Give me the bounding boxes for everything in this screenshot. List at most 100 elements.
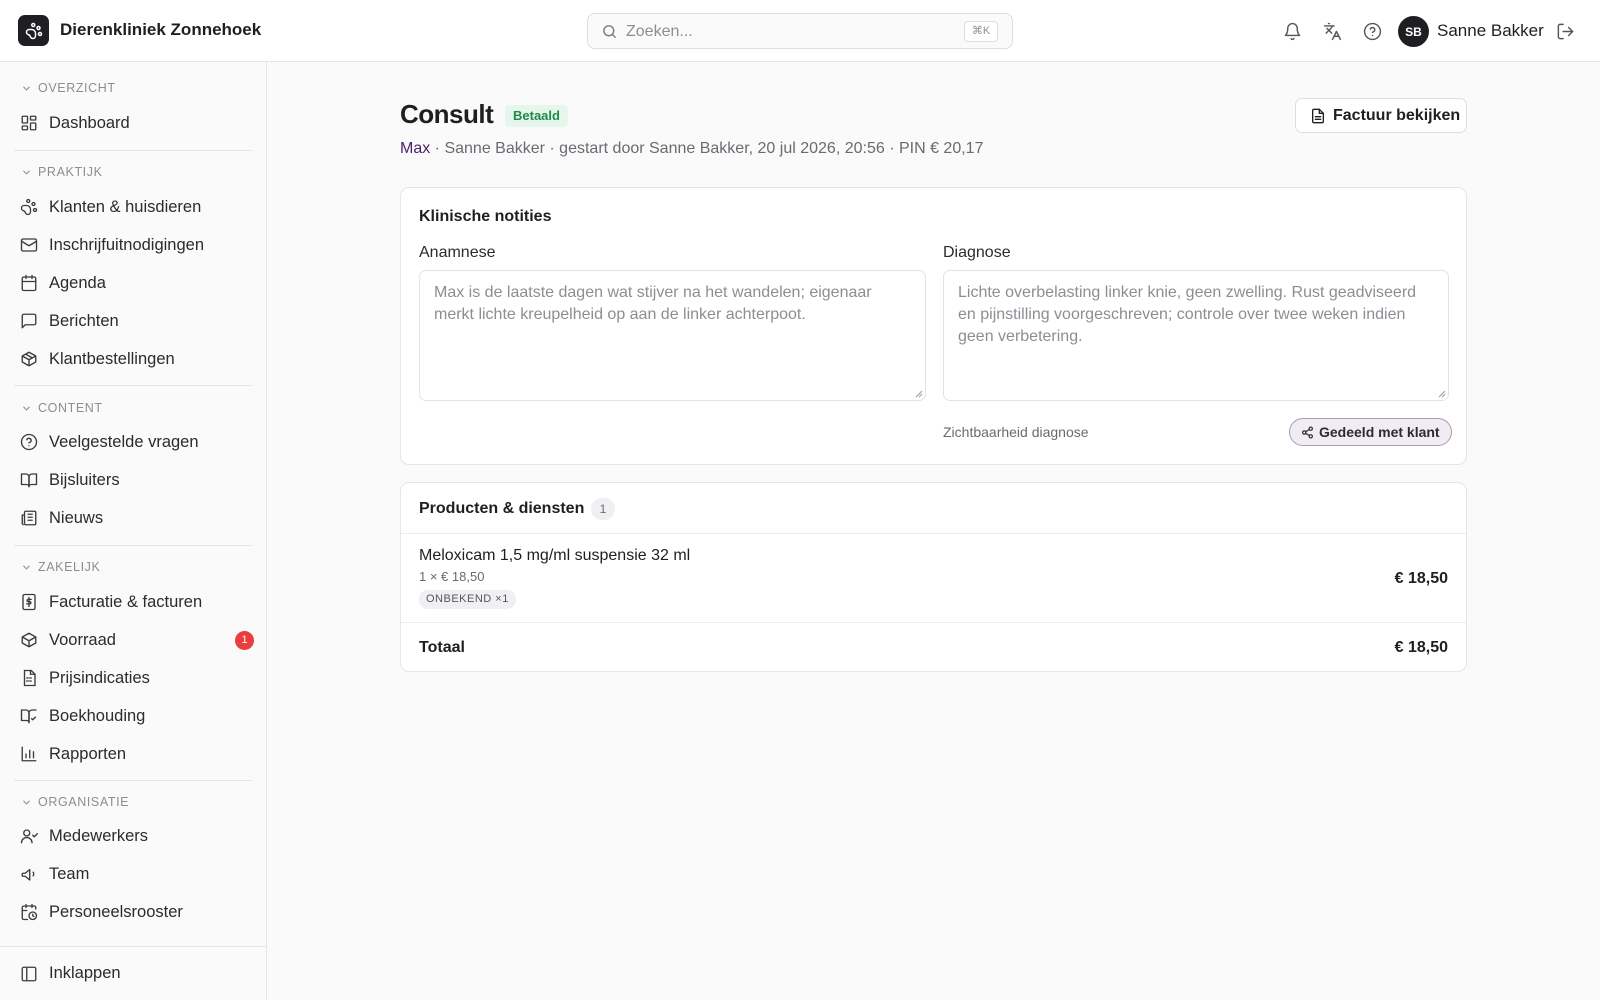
pet-link[interactable]: Max	[400, 140, 430, 157]
sidebar-item-personeelsrooster[interactable]: Personeelsrooster	[14, 895, 254, 929]
sidebar-item-label: Inschrijfuitnodigingen	[49, 236, 205, 254]
sidebar-item-voorraad[interactable]: Voorraad 1	[14, 623, 254, 657]
avatar[interactable]: SB	[1398, 16, 1429, 47]
user-name[interactable]: Sanne Bakker	[1437, 21, 1544, 41]
section-header-overzicht[interactable]: OVERZICHT	[21, 81, 116, 95]
newspaper-icon	[20, 509, 38, 527]
section-header-zakelijk[interactable]: ZAKELIJK	[21, 560, 100, 574]
shared-with-client-label: Gedeeld met klant	[1319, 424, 1440, 440]
diagnose-label: Diagnose	[943, 244, 1011, 261]
sidebar-item-inschrijfuitnodigingen[interactable]: Inschrijfuitnodigingen	[14, 228, 254, 262]
calendar-icon	[20, 274, 38, 292]
sidebar-item-medewerkers[interactable]: Medewerkers	[14, 819, 254, 853]
sidebar-item-prijsindicaties[interactable]: Prijsindicaties	[14, 661, 254, 695]
sidebar-toggle-icon	[20, 965, 38, 983]
sidebar-item-label: Berichten	[49, 312, 119, 330]
sidebar-item-team[interactable]: Team	[14, 857, 254, 891]
shared-with-client-toggle[interactable]: Gedeeld met klant	[1289, 418, 1452, 446]
clinical-notes-card: Klinische notities Anamnese Max is de la…	[400, 187, 1467, 465]
book-open-icon	[20, 471, 38, 489]
search-icon	[601, 23, 618, 40]
logout-icon[interactable]	[1555, 21, 1575, 41]
paw-icon	[20, 198, 38, 216]
section-header-praktijk[interactable]: PRAKTIJK	[21, 165, 103, 179]
chevron-down-icon	[23, 170, 30, 175]
divider	[14, 385, 252, 386]
search-bar[interactable]: Zoeken... ⌘K	[587, 13, 1013, 49]
divider	[401, 533, 1466, 534]
divider	[401, 622, 1466, 623]
sidebar-item-label: Veelgestelde vragen	[49, 433, 199, 451]
total-label: Totaal	[419, 639, 465, 656]
batch-tag: ONBEKEND ×1	[419, 590, 516, 609]
sidebar-item-klanten[interactable]: Klanten & huisdieren	[14, 190, 254, 224]
page-title: Consult	[400, 99, 494, 129]
sidebar-item-label: Bijsluiters	[49, 471, 120, 489]
sidebar-item-label: Personeelsrooster	[49, 903, 183, 921]
anamnese-textarea[interactable]: Max is de laatste dagen wat stijver na h…	[419, 270, 926, 401]
total-amount: € 18,50	[1394, 639, 1448, 656]
bell-icon[interactable]	[1282, 21, 1302, 41]
view-invoice-button[interactable]: Factuur bekijken	[1295, 98, 1467, 133]
top-bar: Dierenkliniek Zonnehoek Zoeken... ⌘K SB …	[0, 0, 1600, 62]
file-text-icon	[1310, 108, 1326, 124]
sidebar-item-nieuws[interactable]: Nieuws	[14, 501, 254, 535]
sidebar-item-berichten[interactable]: Berichten	[14, 304, 254, 338]
collapse-sidebar-button[interactable]: Inklappen	[0, 946, 266, 1000]
chevron-down-icon	[23, 406, 30, 411]
sidebar-item-label: Prijsindicaties	[49, 669, 150, 687]
divider	[14, 545, 252, 546]
sidebar-item-label: Boekhouding	[49, 707, 146, 725]
anamnese-label: Anamnese	[419, 244, 496, 261]
product-qty-price: 1 × € 18,50	[419, 569, 485, 584]
section-title: CONTENT	[38, 401, 103, 415]
notification-badge: 1	[235, 631, 254, 650]
sidebar-item-veelgestelde-vragen[interactable]: Veelgestelde vragen	[14, 425, 254, 459]
card-title: Klinische notities	[419, 208, 552, 225]
sidebar-item-klantbestellingen[interactable]: Klantbestellingen	[14, 342, 254, 376]
clinic-logo[interactable]	[18, 15, 49, 46]
resize-grip-icon[interactable]	[1437, 389, 1446, 398]
translate-icon[interactable]	[1322, 21, 1342, 41]
anamnese-text: Max is de laatste dagen wat stijver na h…	[434, 284, 872, 323]
sidebar-item-label: Medewerkers	[49, 827, 149, 845]
sidebar-item-label: Rapporten	[49, 745, 127, 763]
product-name: Meloxicam 1,5 mg/ml suspensie 32 ml	[419, 547, 691, 564]
paw-logo-icon	[25, 22, 42, 39]
help-icon[interactable]	[1362, 21, 1382, 41]
clinic-name: Dierenkliniek Zonnehoek	[60, 20, 262, 39]
sidebar-item-boekhouding[interactable]: Boekhouding	[14, 699, 254, 733]
view-invoice-label: Factuur bekijken	[1333, 107, 1461, 124]
search-shortcut: ⌘K	[964, 21, 998, 42]
section-title: ORGANISATIE	[38, 795, 130, 809]
box-icon	[20, 631, 38, 649]
calendar-clock-icon	[20, 903, 38, 921]
sidebar-item-label: Team	[49, 865, 90, 883]
sidebar-item-label: Klantbestellingen	[49, 350, 175, 368]
sidebar: OVERZICHT Dashboard PRAKTIJK Klanten & h…	[0, 62, 267, 1000]
sidebar-item-facturatie[interactable]: Facturatie & facturen	[14, 585, 254, 619]
sidebar-item-label: Facturatie & facturen	[49, 593, 203, 611]
diagnosis-visibility-label: Zichtbaarheid diagnose	[943, 424, 1089, 440]
share-icon	[1302, 425, 1313, 439]
chevron-down-icon	[23, 800, 30, 805]
sidebar-item-dashboard[interactable]: Dashboard	[14, 106, 254, 140]
users-icon	[20, 827, 38, 845]
sidebar-item-agenda[interactable]: Agenda	[14, 266, 254, 300]
diagnose-textarea[interactable]: Lichte overbelasting linker knie, geen z…	[943, 270, 1449, 401]
sidebar-item-label: Agenda	[49, 274, 106, 292]
dashboard-icon	[20, 114, 38, 132]
search-input[interactable]: Zoeken...	[626, 23, 693, 41]
diagnose-text: Lichte overbelasting linker knie, geen z…	[958, 284, 1417, 345]
section-header-content[interactable]: CONTENT	[21, 401, 103, 415]
card-title: Producten & diensten	[419, 500, 585, 517]
section-header-organisatie[interactable]: ORGANISATIE	[21, 795, 129, 809]
megaphone-icon	[20, 865, 38, 883]
consult-meta-details: · Sanne Bakker · gestart door Sanne Bakk…	[430, 140, 984, 157]
sidebar-item-bijsluiters[interactable]: Bijsluiters	[14, 463, 254, 497]
resize-grip-icon[interactable]	[914, 389, 923, 398]
ledger-icon	[20, 707, 38, 725]
sidebar-item-rapporten[interactable]: Rapporten	[14, 737, 254, 771]
sidebar-item-label: Nieuws	[49, 509, 104, 527]
section-title: PRAKTIJK	[38, 165, 103, 179]
